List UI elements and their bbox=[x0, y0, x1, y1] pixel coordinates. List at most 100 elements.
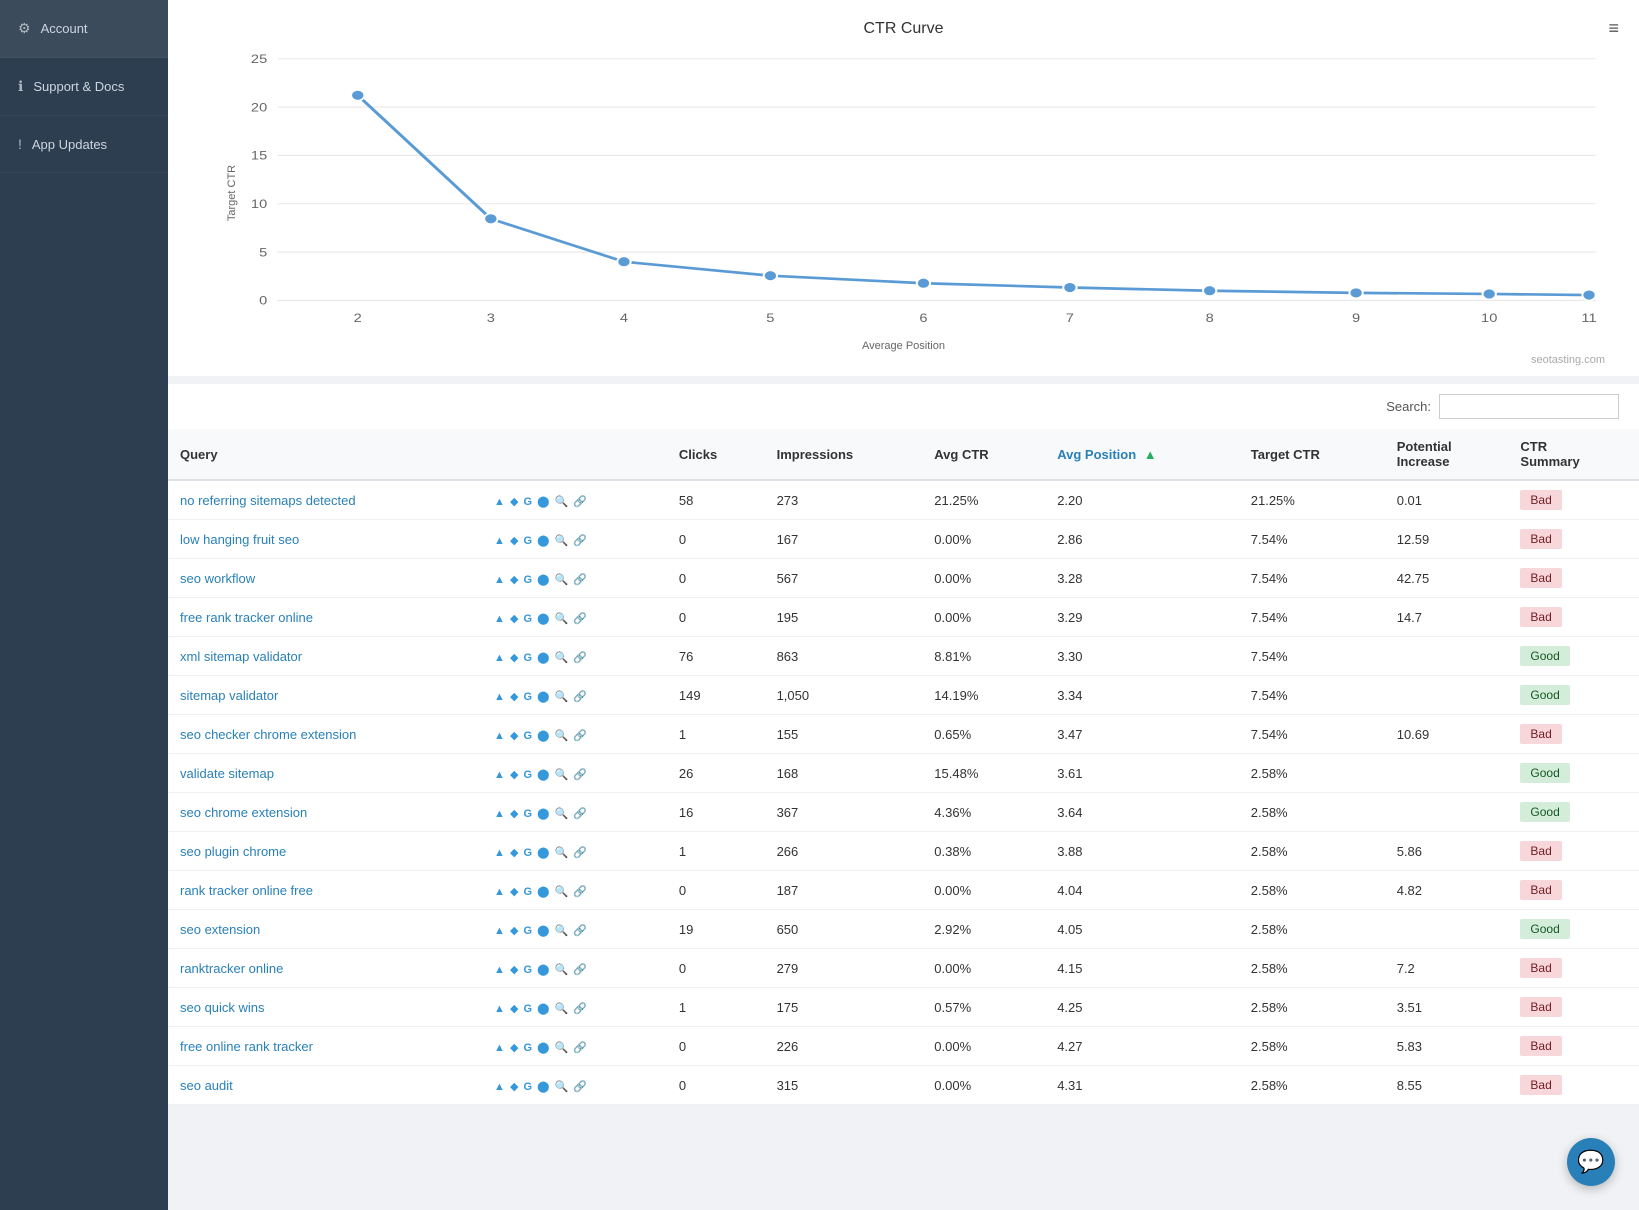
potential-cell: 12.59 bbox=[1385, 520, 1509, 559]
clicks-cell: 0 bbox=[667, 871, 765, 910]
y-axis-label: Target CTR bbox=[226, 165, 238, 221]
svg-text:5: 5 bbox=[766, 311, 774, 324]
avg-ctr-cell: 0.00% bbox=[922, 1027, 1045, 1066]
sidebar-item-label: Account bbox=[41, 21, 88, 36]
summary-badge: Bad bbox=[1520, 841, 1561, 861]
table-row: xml sitemap validator ▲ ◆ G ⬤ 🔍 🔗 76 863… bbox=[168, 637, 1639, 676]
query-cell[interactable]: rank tracker online free bbox=[168, 871, 482, 910]
avg-ctr-cell: 0.38% bbox=[922, 832, 1045, 871]
svg-text:4: 4 bbox=[620, 311, 628, 324]
query-cell[interactable]: seo audit bbox=[168, 1066, 482, 1105]
table-row: rank tracker online free ▲ ◆ G ⬤ 🔍 🔗 0 1… bbox=[168, 871, 1639, 910]
impressions-cell: 367 bbox=[765, 793, 923, 832]
summary-badge: Bad bbox=[1520, 568, 1561, 588]
col-avg-position[interactable]: Avg Position ▲ bbox=[1045, 429, 1239, 480]
query-cell[interactable]: low hanging fruit seo bbox=[168, 520, 482, 559]
target-ctr-cell: 21.25% bbox=[1239, 480, 1385, 520]
avg-pos-cell: 3.28 bbox=[1045, 559, 1239, 598]
col-summary[interactable]: CTRSummary bbox=[1508, 429, 1639, 480]
table-row: seo extension ▲ ◆ G ⬤ 🔍 🔗 19 650 2.92% 4… bbox=[168, 910, 1639, 949]
target-ctr-cell: 2.58% bbox=[1239, 754, 1385, 793]
icons-cell: ▲ ◆ G ⬤ 🔍 🔗 bbox=[482, 754, 667, 793]
chat-bubble[interactable]: 💬 bbox=[1567, 1138, 1615, 1186]
summary-cell: Bad bbox=[1508, 715, 1639, 754]
clicks-cell: 58 bbox=[667, 480, 765, 520]
query-cell[interactable]: sitemap validator bbox=[168, 676, 482, 715]
summary-badge: Bad bbox=[1520, 490, 1561, 510]
clicks-cell: 0 bbox=[667, 1066, 765, 1105]
info-icon: ℹ bbox=[18, 78, 23, 95]
chart-section: CTR Curve ≡ Target CTR 25 20 15 10 5 0 bbox=[168, 0, 1639, 376]
table-row: low hanging fruit seo ▲ ◆ G ⬤ 🔍 🔗 0 167 … bbox=[168, 520, 1639, 559]
icons-cell: ▲ ◆ G ⬤ 🔍 🔗 bbox=[482, 910, 667, 949]
query-cell[interactable]: seo workflow bbox=[168, 559, 482, 598]
potential-cell: 5.83 bbox=[1385, 1027, 1509, 1066]
clicks-cell: 76 bbox=[667, 637, 765, 676]
icons-cell: ▲ ◆ G ⬤ 🔍 🔗 bbox=[482, 832, 667, 871]
summary-cell: Bad bbox=[1508, 598, 1639, 637]
avg-pos-cell: 2.86 bbox=[1045, 520, 1239, 559]
query-cell[interactable]: no referring sitemaps detected bbox=[168, 480, 482, 520]
col-query[interactable]: Query bbox=[168, 429, 482, 480]
table-row: seo audit ▲ ◆ G ⬤ 🔍 🔗 0 315 0.00% 4.31 2… bbox=[168, 1066, 1639, 1105]
query-cell[interactable]: seo extension bbox=[168, 910, 482, 949]
search-label: Search: bbox=[1386, 399, 1431, 414]
icons-cell: ▲ ◆ G ⬤ 🔍 🔗 bbox=[482, 949, 667, 988]
query-cell[interactable]: free rank tracker online bbox=[168, 598, 482, 637]
chart-watermark: seotasting.com bbox=[198, 354, 1609, 366]
summary-cell: Good bbox=[1508, 676, 1639, 715]
target-ctr-cell: 7.54% bbox=[1239, 598, 1385, 637]
query-cell[interactable]: validate sitemap bbox=[168, 754, 482, 793]
target-ctr-cell: 2.58% bbox=[1239, 1027, 1385, 1066]
icons-cell: ▲ ◆ G ⬤ 🔍 🔗 bbox=[482, 871, 667, 910]
summary-cell: Good bbox=[1508, 637, 1639, 676]
query-cell[interactable]: seo plugin chrome bbox=[168, 832, 482, 871]
chart-menu-icon[interactable]: ≡ bbox=[1608, 18, 1619, 39]
target-ctr-cell: 2.58% bbox=[1239, 988, 1385, 1027]
target-ctr-cell: 7.54% bbox=[1239, 676, 1385, 715]
svg-text:0: 0 bbox=[259, 294, 267, 307]
query-cell[interactable]: seo quick wins bbox=[168, 988, 482, 1027]
query-cell[interactable]: ranktracker online bbox=[168, 949, 482, 988]
search-input[interactable] bbox=[1439, 394, 1619, 419]
clicks-cell: 0 bbox=[667, 598, 765, 637]
gear-icon: ⚙ bbox=[18, 20, 31, 37]
summary-badge: Good bbox=[1520, 763, 1569, 783]
summary-cell: Good bbox=[1508, 910, 1639, 949]
potential-cell: 4.82 bbox=[1385, 871, 1509, 910]
clicks-cell: 0 bbox=[667, 1027, 765, 1066]
svg-text:10: 10 bbox=[1481, 311, 1497, 324]
impressions-cell: 567 bbox=[765, 559, 923, 598]
avg-pos-cell: 2.20 bbox=[1045, 480, 1239, 520]
avg-pos-cell: 3.61 bbox=[1045, 754, 1239, 793]
potential-cell: 14.7 bbox=[1385, 598, 1509, 637]
table-row: seo quick wins ▲ ◆ G ⬤ 🔍 🔗 1 175 0.57% 4… bbox=[168, 988, 1639, 1027]
table-row: ranktracker online ▲ ◆ G ⬤ 🔍 🔗 0 279 0.0… bbox=[168, 949, 1639, 988]
col-potential[interactable]: PotentialIncrease bbox=[1385, 429, 1509, 480]
impressions-cell: 226 bbox=[765, 1027, 923, 1066]
query-cell[interactable]: free online rank tracker bbox=[168, 1027, 482, 1066]
clicks-cell: 16 bbox=[667, 793, 765, 832]
table-row: free online rank tracker ▲ ◆ G ⬤ 🔍 🔗 0 2… bbox=[168, 1027, 1639, 1066]
query-cell[interactable]: seo chrome extension bbox=[168, 793, 482, 832]
col-clicks[interactable]: Clicks bbox=[667, 429, 765, 480]
query-cell[interactable]: xml sitemap validator bbox=[168, 637, 482, 676]
sidebar-item-support[interactable]: ℹ Support & Docs bbox=[0, 58, 168, 116]
avg-ctr-cell: 0.00% bbox=[922, 559, 1045, 598]
table-section: Search: Query Clicks Impressions Avg CTR… bbox=[168, 384, 1639, 1105]
summary-cell: Bad bbox=[1508, 1066, 1639, 1105]
icons-cell: ▲ ◆ G ⬤ 🔍 🔗 bbox=[482, 1027, 667, 1066]
col-avg-ctr[interactable]: Avg CTR bbox=[922, 429, 1045, 480]
icons-cell: ▲ ◆ G ⬤ 🔍 🔗 bbox=[482, 559, 667, 598]
query-cell[interactable]: seo checker chrome extension bbox=[168, 715, 482, 754]
sidebar-item-updates[interactable]: ! App Updates bbox=[0, 116, 168, 173]
summary-cell: Bad bbox=[1508, 949, 1639, 988]
svg-text:11: 11 bbox=[1581, 311, 1596, 324]
avg-pos-cell: 4.27 bbox=[1045, 1027, 1239, 1066]
clicks-cell: 26 bbox=[667, 754, 765, 793]
sidebar-item-account[interactable]: ⚙ Account bbox=[0, 0, 168, 58]
col-impressions[interactable]: Impressions bbox=[765, 429, 923, 480]
col-target-ctr[interactable]: Target CTR bbox=[1239, 429, 1385, 480]
svg-text:10: 10 bbox=[251, 197, 267, 210]
summary-cell: Bad bbox=[1508, 988, 1639, 1027]
